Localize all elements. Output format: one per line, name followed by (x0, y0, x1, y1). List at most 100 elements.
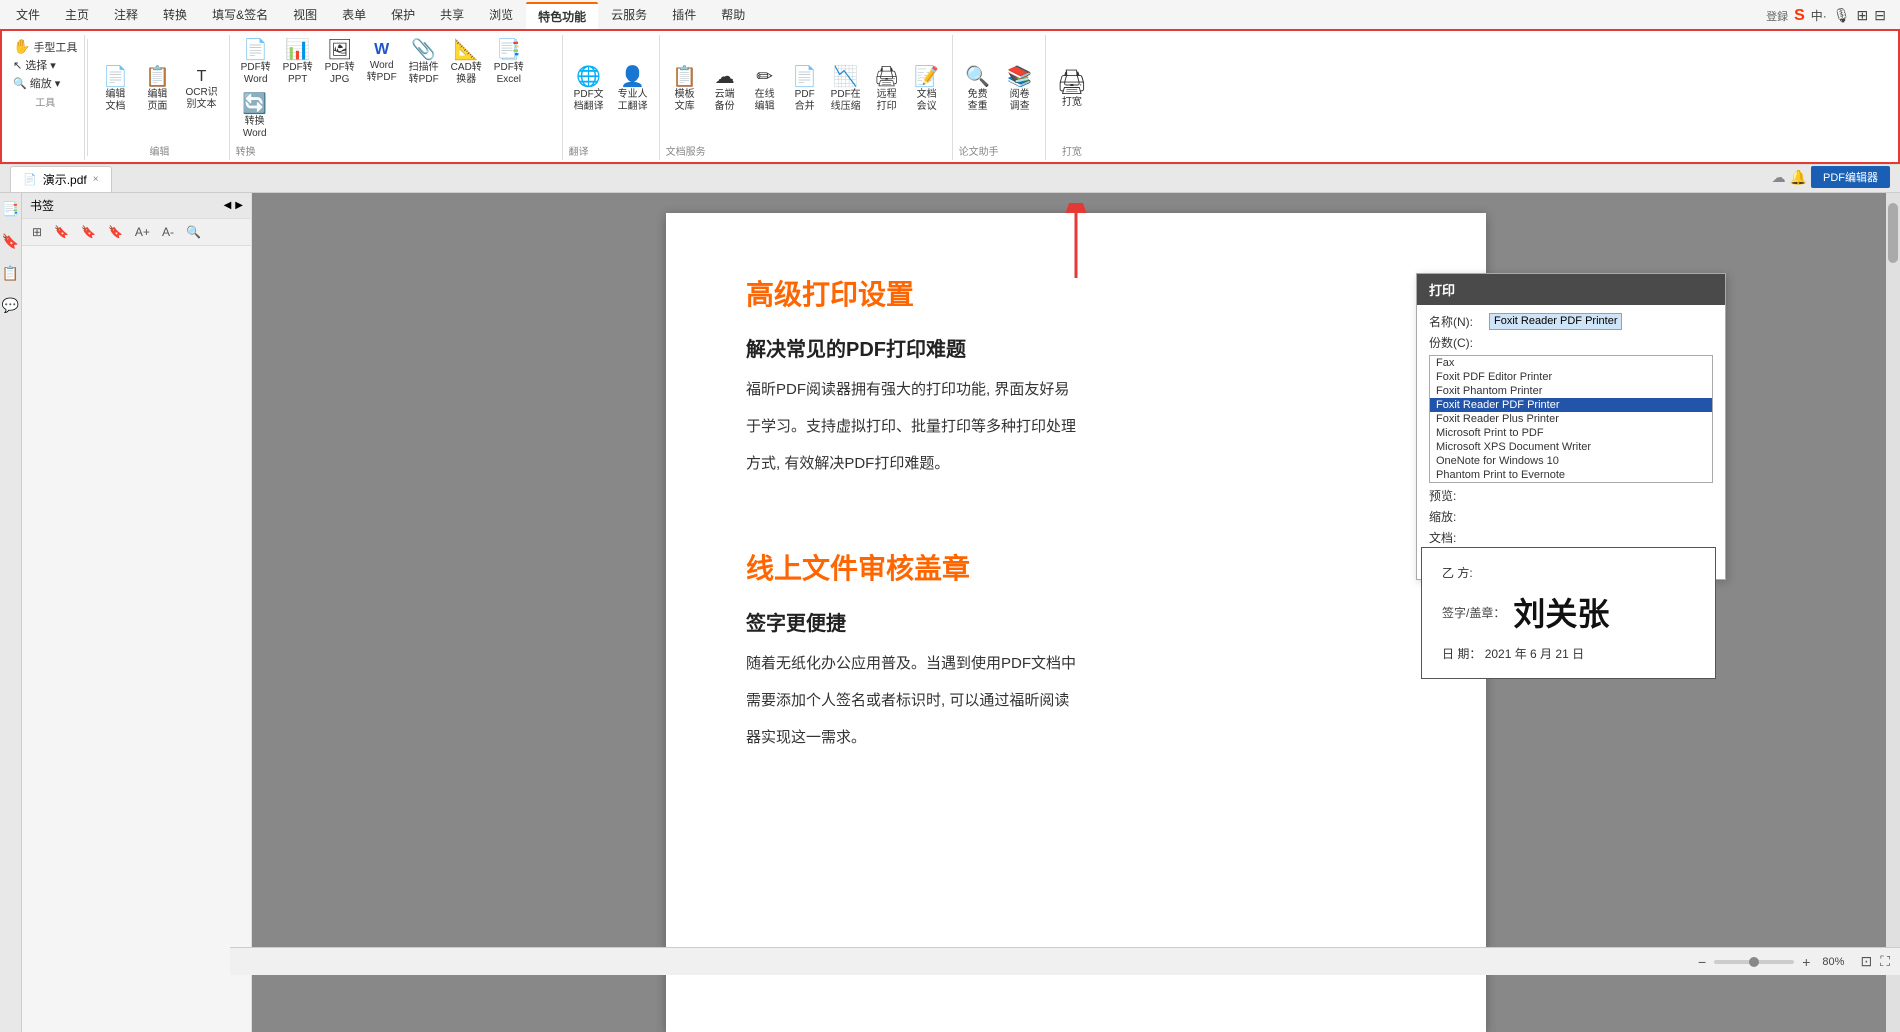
tab-file[interactable]: 文件 (4, 2, 52, 29)
tab-home[interactable]: 主页 (53, 2, 101, 29)
tool-label: 工具 (10, 94, 80, 109)
hand-tool-btn[interactable]: ✋ 手型工具 (10, 37, 80, 56)
panel-icon-comments[interactable]: 💬 (1, 293, 21, 317)
pdf-tab[interactable]: 📄 演示.pdf × (10, 166, 112, 192)
pdf-to-ppt-btn[interactable]: 📊 PDF转PPT (278, 37, 318, 89)
tab-special[interactable]: 特色功能 (526, 2, 598, 29)
cloud-backup-btn[interactable]: ☁ 云端备份 (706, 64, 744, 116)
ocr-icon: T (197, 69, 207, 85)
mic-icon[interactable]: 🎙 (1833, 7, 1851, 24)
print-label: 打宽 (1062, 97, 1082, 109)
compress-btn[interactable]: 📉 PDF在线压缩 (826, 64, 866, 116)
jpg-icon: 🖼 (327, 40, 352, 60)
sig-box: 乙 方: 签字/盖章： 刘关张 日 期： 2021 年 6 月 21 日 (1421, 547, 1716, 679)
merge-icon: 📄 (792, 67, 817, 87)
pdf-translate-btn[interactable]: 🌐 PDF文档翻译 (569, 64, 609, 116)
tab-share[interactable]: 共享 (428, 2, 476, 29)
print-list-container: Fax Foxit PDF Editor Printer Foxit Phant… (1429, 355, 1713, 483)
cloud-sync-icon[interactable]: ☁ (1772, 169, 1786, 186)
word-to-pdf-btn[interactable]: W Word转PDF (362, 39, 402, 87)
panel-icon-bookmark[interactable]: 🔖 (1, 229, 21, 253)
body-print-2: 于学习。支持虚拟打印、批量打印等多种打印处理 (746, 413, 1406, 440)
printer-item-0[interactable]: Fax (1430, 356, 1712, 370)
sidebar-add-btn[interactable]: ⊞ (28, 223, 46, 241)
ribbon-wrapper: 文件 主页 注释 转换 填写&签名 视图 表单 保护 共享 浏览 特色功能 云服… (0, 0, 1900, 165)
select-tool-btn[interactable]: ↖ 选择 ▾ (10, 56, 80, 74)
pdf-to-word-btn[interactable]: 📄 PDF转Word (236, 37, 276, 89)
fit-page-icon[interactable]: ⊡ (1860, 953, 1872, 970)
meeting-btn[interactable]: 📝 文档会议 (908, 64, 946, 116)
printer-item-6[interactable]: Microsoft XPS Document Writer (1430, 440, 1712, 454)
vertical-scrollbar[interactable] (1886, 193, 1900, 1032)
printer-item-7[interactable]: OneNote for Windows 10 (1430, 454, 1712, 468)
scan-to-pdf-btn[interactable]: 📎 扫描件转PDF (404, 37, 444, 89)
tab-help[interactable]: 帮助 (709, 2, 757, 29)
sidebar-bk3-btn[interactable]: 🔖 (104, 223, 127, 241)
tab-close-btn[interactable]: × (93, 174, 99, 185)
translate-section: 🌐 PDF文档翻译 👤 专业人工翻译 翻译 (563, 35, 660, 160)
printer-item-3[interactable]: Foxit Reader PDF Printer (1430, 398, 1712, 412)
pdf-to-excel-btn[interactable]: 📑 PDF转Excel (489, 37, 529, 89)
printer-item-5[interactable]: Microsoft Print to PDF (1430, 426, 1712, 440)
pdf-to-jpg-btn[interactable]: 🖼 PDF转JPG (320, 37, 360, 89)
zoom-slider-thumb[interactable] (1749, 957, 1759, 967)
convert-word-btn[interactable]: 🔄 转换Word (236, 91, 274, 143)
printer-item-4[interactable]: Foxit Reader Plus Printer (1430, 412, 1712, 426)
cad-btn[interactable]: 📐 CAD转换器 (446, 37, 487, 89)
tab-browse[interactable]: 浏览 (477, 2, 525, 29)
content-area: 高级打印设置 解决常见的PDF打印难题 福昕PDF阅读器拥有强大的打印功能, 界… (252, 193, 1900, 1032)
zoom-in-icon[interactable]: + (1802, 954, 1810, 970)
sidebar-bk1-btn[interactable]: 🔖 (50, 223, 73, 241)
assistant-label: 论文助手 (959, 143, 1039, 158)
grid-icon[interactable]: ⊞ (1857, 7, 1869, 24)
edit-doc-btn[interactable]: 📄 编辑文档 (96, 64, 134, 116)
fullscreen-icon[interactable]: ⛶ (1880, 953, 1890, 970)
compress-label: PDF在线压缩 (831, 89, 861, 113)
editor-btn[interactable]: PDF编辑器 (1811, 166, 1890, 188)
printer-item-2[interactable]: Foxit Phantom Printer (1430, 384, 1712, 398)
printer-item-8[interactable]: Phantom Print to Evernote (1430, 468, 1712, 482)
zoom-slider-track[interactable] (1714, 960, 1794, 964)
survey-btn[interactable]: 📚 阅卷调查 (1001, 64, 1039, 116)
edit-page-btn[interactable]: 📋 编辑页面 (138, 64, 176, 116)
print-btn[interactable]: 🖨 打宽 (1052, 68, 1092, 112)
body-print-3: 方式, 有效解决PDF打印难题。 (746, 450, 1406, 477)
doc-service-label: 文档服务 (666, 143, 946, 158)
remote-print-btn[interactable]: 🖨 远程打印 (868, 64, 906, 116)
page-icon: 📋 (145, 67, 170, 87)
online-edit-btn[interactable]: ✏ 在线编辑 (746, 64, 784, 116)
tab-plugin[interactable]: 插件 (660, 2, 708, 29)
manual-translate-btn[interactable]: 👤 专业人工翻译 (613, 64, 653, 116)
sidebar-prev[interactable]: ◀ (224, 200, 232, 211)
panel-icon-pages[interactable]: 📑 (1, 197, 21, 221)
zoom-label: 缩放 ▾ (30, 75, 61, 91)
pdf-merge-btn[interactable]: 📄 PDF合并 (786, 64, 824, 116)
ocr-btn[interactable]: T OCR识别文本 (180, 66, 222, 114)
scrollbar-thumb[interactable] (1888, 203, 1898, 263)
sidebar-font-larger[interactable]: A+ (131, 223, 154, 241)
login-label[interactable]: 登録 (1766, 8, 1788, 24)
zoom-out-icon[interactable]: − (1698, 954, 1706, 970)
tab-protect[interactable]: 保护 (379, 2, 427, 29)
sidebar: 书签 ◀ ▶ ⊞ 🔖 🔖 🔖 A+ A- 🔍 (22, 193, 252, 1032)
panel-icon-layers[interactable]: 📋 (1, 261, 21, 285)
tab-sign[interactable]: 填写&签名 (200, 2, 280, 29)
printer-item-1[interactable]: Foxit PDF Editor Printer (1430, 370, 1712, 384)
section1: 高级打印设置 解决常见的PDF打印难题 福昕PDF阅读器拥有强大的打印功能, 界… (746, 273, 1406, 477)
zoom-tool-btn[interactable]: 🔍 缩放 ▾ (10, 74, 80, 92)
tab-annotate[interactable]: 注释 (102, 2, 150, 29)
template-btn[interactable]: 📋 模板文库 (666, 64, 704, 116)
apps-icon[interactable]: ⊟ (1874, 7, 1886, 24)
print-dialog-title: 打印 (1417, 274, 1725, 305)
sidebar-next[interactable]: ▶ (235, 200, 243, 211)
tab-convert[interactable]: 转换 (151, 2, 199, 29)
notification-icon[interactable]: 🔔 (1790, 169, 1807, 186)
tab-cloud[interactable]: 云服务 (599, 2, 659, 29)
sidebar-font-smaller[interactable]: A- (158, 223, 178, 241)
tab-view[interactable]: 视图 (281, 2, 329, 29)
sidebar-search-bk[interactable]: 🔍 (182, 223, 205, 241)
tab-form[interactable]: 表单 (330, 2, 378, 29)
convert-word-label: 转换Word (243, 116, 267, 140)
check-btn[interactable]: 🔍 免费查重 (959, 64, 997, 116)
sidebar-bk2-btn[interactable]: 🔖 (77, 223, 100, 241)
